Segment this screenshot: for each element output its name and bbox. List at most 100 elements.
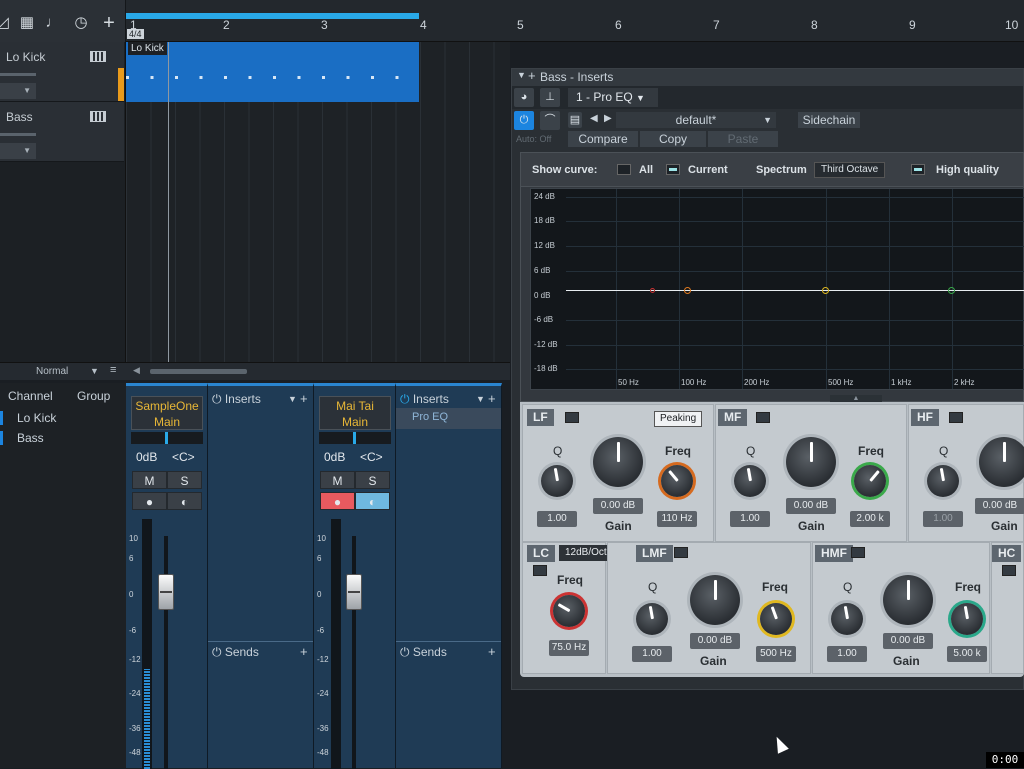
compare-button[interactable]: Compare (568, 131, 638, 147)
hmf-freq-value[interactable]: 5.00 k (947, 646, 987, 662)
loop-range[interactable] (126, 13, 419, 19)
hmf-freq-knob[interactable] (951, 603, 983, 635)
hmf-gain-knob[interactable] (883, 575, 933, 625)
high-quality-checkbox[interactable] (911, 164, 925, 175)
mode-label[interactable]: Normal (36, 366, 68, 377)
add-send-icon[interactable]: + (488, 644, 496, 659)
chevron-down-icon[interactable]: ▼ (0, 83, 36, 99)
add-insert-icon[interactable]: + (300, 391, 308, 406)
playhead[interactable] (168, 42, 169, 362)
chevron-down-icon[interactable]: ▼ (476, 394, 485, 404)
lmf-gain-knob[interactable] (690, 575, 740, 625)
hf-gain-value[interactable]: 0.00 dB (975, 498, 1024, 514)
quantize-icon[interactable]: ♩ (44, 14, 62, 32)
lf-gain-knob[interactable] (593, 437, 643, 487)
lc-freq-value[interactable]: 75.0 Hz (549, 640, 589, 656)
eq-curve-graph[interactable]: 24 dB 18 dB 12 dB 6 dB 0 dB -6 dB -12 dB… (530, 188, 1024, 390)
sends-header[interactable]: ⏻ Sends (212, 645, 259, 660)
pan-slider[interactable] (319, 432, 391, 444)
inserts-header[interactable]: ⏻ Inserts (212, 392, 261, 407)
tool-icon[interactable]: ◿ (0, 14, 12, 32)
save-icon[interactable]: ▤ (568, 112, 582, 128)
lf-q-value[interactable]: 1.00 (537, 511, 577, 527)
mf-band-switch[interactable] (756, 412, 770, 423)
monitor-icon[interactable]: ◐ (167, 492, 202, 510)
paste-button[interactable]: Paste (708, 131, 778, 147)
bypass-icon[interactable]: ⏻ (514, 111, 534, 130)
solo-button[interactable]: S (355, 471, 390, 489)
add-insert-icon[interactable]: + (488, 391, 496, 406)
lmf-q-knob[interactable] (636, 603, 668, 635)
mute-button[interactable]: M (132, 471, 167, 489)
horizontal-scrollbar[interactable] (150, 369, 247, 374)
solo-button[interactable]: S (167, 471, 202, 489)
inserts-header[interactable]: ⏻ Inserts (400, 392, 449, 407)
lmf-gain-value[interactable]: 0.00 dB (690, 633, 740, 649)
next-preset-icon[interactable]: ▶ (604, 113, 612, 124)
track-header-bass[interactable]: Bass ▼ (0, 102, 124, 162)
insert-slot-pro-eq[interactable]: Pro EQ (396, 408, 501, 429)
lf-band-handle[interactable] (684, 287, 691, 294)
channel-name-box[interactable]: Mai Tai Main (319, 396, 391, 430)
record-icon[interactable]: ● (132, 492, 167, 510)
hmf-band-switch[interactable] (851, 547, 865, 558)
plugin-power-icon[interactable]: ◕ (514, 88, 534, 107)
pan-slider[interactable] (131, 432, 203, 444)
preset-selector[interactable]: default* ▼ (616, 112, 776, 128)
menu-icon[interactable]: ≡ (110, 364, 116, 376)
mf-gain-value[interactable]: 0.00 dB (786, 498, 836, 514)
mute-button[interactable]: M (320, 471, 355, 489)
track-volume-slider[interactable] (0, 133, 36, 136)
track-header-lo-kick[interactable]: Lo Kick ▼ (0, 42, 124, 102)
lf-freq-value[interactable]: 110 Hz (657, 511, 697, 527)
show-all-checkbox[interactable] (617, 164, 631, 175)
track-volume-slider[interactable] (0, 73, 36, 76)
routing-icon[interactable]: ⊥ (540, 88, 560, 107)
lmf-band-switch[interactable] (674, 547, 688, 558)
channel-list-item[interactable]: Bass (0, 428, 126, 448)
automation-icon[interactable]: ⌒ (540, 111, 560, 130)
chevron-down-icon[interactable]: ▼ (288, 394, 297, 404)
channel-name-box[interactable]: SampleOne Main (131, 396, 203, 430)
event-clip[interactable]: Lo Kick (126, 42, 419, 102)
mf-gain-knob[interactable] (786, 437, 836, 487)
lf-q-knob[interactable] (541, 465, 573, 497)
monitor-icon[interactable]: ◐ (355, 492, 390, 510)
automation-mode[interactable]: Auto: Off (516, 134, 551, 144)
lmf-freq-knob[interactable] (760, 603, 792, 635)
plugin-title[interactable]: ▼ + Bass - Inserts (512, 68, 1023, 86)
volume-fader[interactable] (346, 574, 362, 610)
lmf-q-value[interactable]: 1.00 (632, 646, 672, 662)
add-send-icon[interactable]: + (300, 644, 308, 659)
lmf-band-handle[interactable] (822, 287, 829, 294)
lc-band-handle[interactable] (650, 288, 655, 293)
sidechain-button[interactable]: Sidechain (798, 112, 860, 128)
sends-header[interactable]: ⏻ Sends (400, 645, 447, 660)
hmf-q-value[interactable]: 1.00 (827, 646, 867, 662)
lf-freq-knob[interactable] (661, 465, 693, 497)
timeline-ruler[interactable]: 1 2 3 4 5 6 7 8 9 10 4/4 (126, 0, 1024, 42)
lc-freq-knob[interactable] (553, 595, 585, 627)
hc-band-switch[interactable] (1002, 565, 1016, 576)
mf-q-value[interactable]: 1.00 (730, 511, 770, 527)
copy-button[interactable]: Copy (640, 131, 706, 147)
add-track-icon[interactable]: + (100, 13, 118, 33)
channel-list-item[interactable]: Lo Kick (0, 408, 126, 428)
hf-q-value[interactable]: 1.00 (923, 511, 963, 527)
group-column-header[interactable]: Group (77, 389, 110, 403)
lf-gain-value[interactable]: 0.00 dB (593, 498, 643, 514)
keyboard-icon[interactable] (90, 51, 106, 62)
lf-band-switch[interactable] (565, 412, 579, 423)
mf-freq-value[interactable]: 2.00 k (850, 511, 890, 527)
channel-column-header[interactable]: Channel (8, 389, 53, 403)
grid-icon[interactable]: ▦ (18, 14, 36, 32)
volume-fader[interactable] (158, 574, 174, 610)
mf-q-knob[interactable] (734, 465, 766, 497)
preset-slot-selector[interactable]: 1 - Pro EQ ▼ (568, 88, 658, 107)
lc-band-switch[interactable] (533, 565, 547, 576)
keyboard-icon[interactable] (90, 111, 106, 122)
mf-freq-knob[interactable] (854, 465, 886, 497)
lmf-freq-value[interactable]: 500 Hz (756, 646, 796, 662)
mf-band-handle[interactable] (948, 287, 955, 294)
hf-q-knob[interactable] (927, 465, 959, 497)
